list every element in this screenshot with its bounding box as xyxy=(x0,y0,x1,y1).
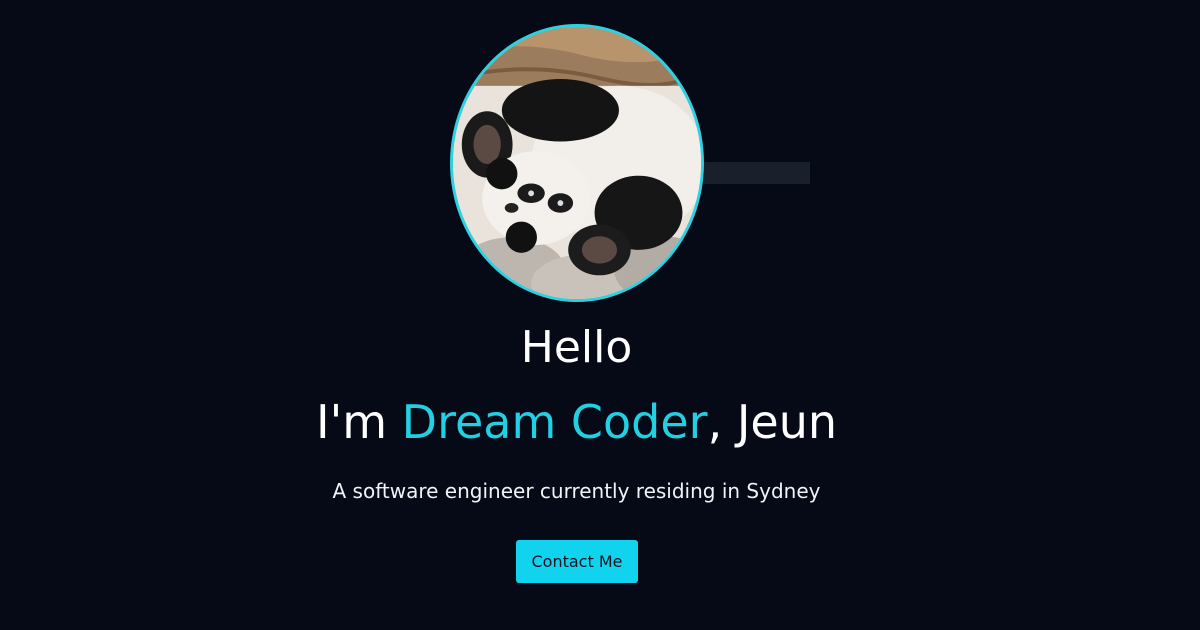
intro-suffix: , Jeun xyxy=(707,395,837,449)
greeting-heading: Hello xyxy=(520,322,633,373)
intro-prefix: I'm xyxy=(316,395,402,449)
panda-photo-icon xyxy=(453,27,701,299)
profile-avatar xyxy=(450,24,704,302)
tooltip-artifact xyxy=(704,162,810,184)
intro-heading: I'm Dream Coder, Jeun xyxy=(0,392,1153,452)
contact-me-button[interactable]: Contact Me xyxy=(516,540,638,583)
subtitle-text: A software engineer currently residing i… xyxy=(332,479,821,503)
hero-section: Hello I'm Dream Coder, Jeun A software e… xyxy=(0,0,1200,630)
intro-highlight: Dream Coder xyxy=(401,395,708,449)
